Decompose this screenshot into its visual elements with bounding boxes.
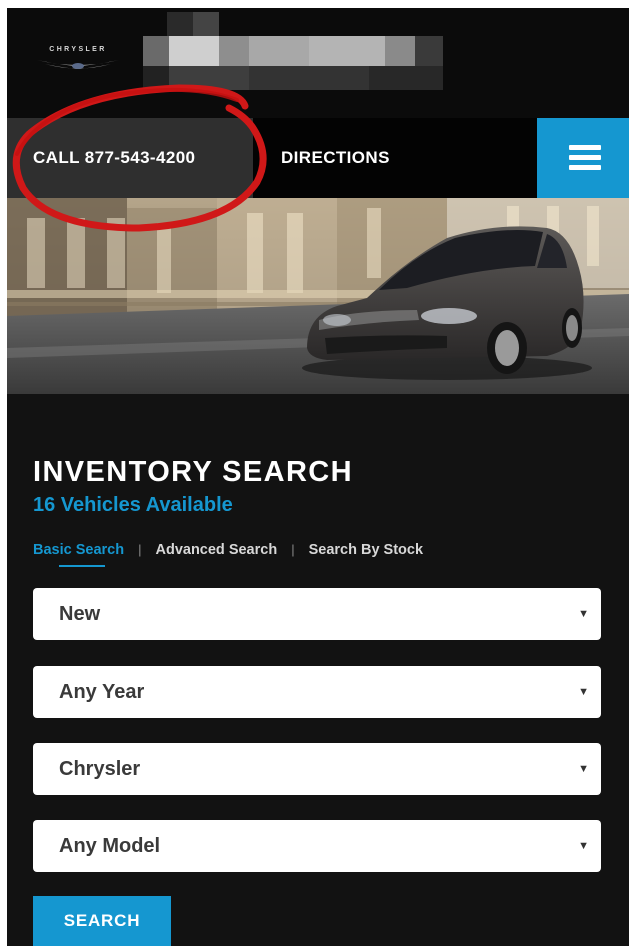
active-tab-underline <box>59 565 105 567</box>
search-type-tabs: Basic Search | Advanced Search | Search By S… <box>33 540 423 570</box>
chevron-down-icon: ▼ <box>578 763 589 775</box>
tab-separator: | <box>291 542 295 557</box>
hero-car-illustration <box>7 198 629 394</box>
search-button[interactable]: SEARCH <box>33 896 171 946</box>
vehicles-available-count: 16 Vehicles Available <box>33 494 233 516</box>
hero-car-image <box>7 198 629 394</box>
model-select[interactable]: Any Model ▼ <box>33 820 601 872</box>
model-select-value: Any Model <box>59 835 161 857</box>
dealer-name-pixelated <box>143 12 443 92</box>
chevron-down-icon: ▼ <box>578 686 589 698</box>
year-select-value: Any Year <box>59 681 145 703</box>
brand-wordmark: CHRYSLER <box>49 46 107 53</box>
tab-search-by-stock[interactable]: Search By Stock <box>309 540 423 560</box>
tab-advanced-search[interactable]: Advanced Search <box>155 540 277 560</box>
make-select[interactable]: Chrysler ▼ <box>33 743 601 795</box>
page: CHRYSLER CALL 877-543-4200 DIRECTIONS IN… <box>7 8 629 946</box>
make-select-value: Chrysler <box>59 758 141 780</box>
menu-button[interactable] <box>537 118 629 198</box>
condition-select-value: New <box>59 603 101 625</box>
condition-select[interactable]: New ▼ <box>33 588 601 640</box>
year-select[interactable]: Any Year ▼ <box>33 666 601 718</box>
call-button[interactable]: CALL 877-543-4200 <box>7 118 253 198</box>
chevron-down-icon: ▼ <box>578 840 589 852</box>
tab-basic-search[interactable]: Basic Search <box>33 540 124 567</box>
tab-separator: | <box>138 542 142 557</box>
directions-link[interactable]: DIRECTIONS <box>281 118 390 198</box>
chevron-down-icon: ▼ <box>578 608 589 620</box>
inventory-title: INVENTORY SEARCH <box>33 456 353 488</box>
nav-bar: CALL 877-543-4200 DIRECTIONS <box>7 118 629 198</box>
chrysler-logo[interactable]: CHRYSLER <box>35 44 121 74</box>
header-logo-band: CHRYSLER <box>7 8 629 118</box>
chrysler-wings-icon <box>37 60 119 69</box>
